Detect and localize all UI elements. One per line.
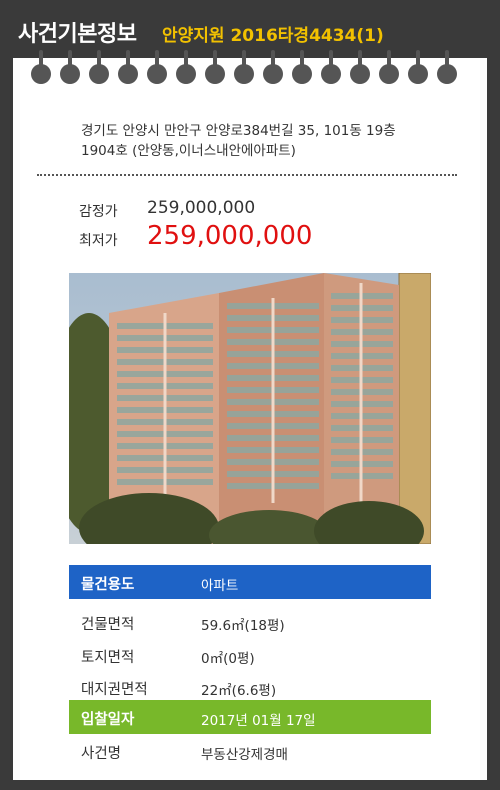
binder-ring-icon — [118, 50, 138, 84]
binder-ring-icon — [234, 50, 254, 84]
details-row-value: 부동산강제경매 — [201, 747, 288, 763]
property-address: 경기도 안양시 만안구 안양로384번길 35, 101동 19층1904호 (… — [81, 123, 396, 159]
details-row-value: 2017년 01월 17일 — [201, 713, 316, 729]
binder-ring-icon — [408, 50, 428, 84]
min-bid-label: 최저가 — [79, 233, 118, 249]
details-row-value: 0㎡(0평) — [201, 651, 255, 667]
details-row-land-rights-area: 대지권면적 22㎡(6.6평) — [69, 670, 431, 704]
details-row-bid-date: 입찰일자 2017년 01월 17일 — [69, 700, 431, 734]
details-row-label: 건물면적 — [81, 617, 135, 633]
details-row-building-area: 건물면적 59.6㎡(18평) — [69, 605, 431, 639]
details-row-land-area: 토지면적 0㎡(0평) — [69, 638, 431, 672]
case-number: 안양지원 2016타경4434(1) — [162, 26, 384, 46]
details-row-label: 토지면적 — [81, 650, 135, 666]
appraisal-label: 감정가 — [79, 204, 118, 220]
binder-ring-icon — [437, 50, 457, 84]
details-row-usage: 물건용도 아파트 — [69, 565, 431, 599]
details-row-label: 물건용도 — [81, 577, 135, 593]
details-row-label: 대지권면적 — [81, 682, 148, 698]
property-photo — [69, 273, 431, 544]
binder-ring-icon — [60, 50, 80, 84]
apartment-building-image — [69, 273, 431, 544]
binder-ring-icon — [321, 50, 341, 84]
info-card: 경기도 안양시 만안구 안양로384번길 35, 101동 19층1904호 (… — [13, 50, 487, 780]
appraisal-value: 259,000,000 — [147, 198, 256, 218]
binder-ring-icon — [350, 50, 370, 84]
binder-ring-icon — [379, 50, 399, 84]
binder-ring-icon — [205, 50, 225, 84]
page-title: 사건기본정보 — [18, 22, 137, 47]
details-row-value: 22㎡(6.6평) — [201, 683, 277, 699]
details-row-label: 사건명 — [81, 746, 122, 762]
binder-ring-icon — [31, 50, 51, 84]
details-row-value: 아파트 — [201, 578, 239, 594]
binder-ring-icon — [147, 50, 167, 84]
details-row-value: 59.6㎡(18평) — [201, 618, 285, 634]
dotted-divider — [37, 174, 457, 176]
binder-ring-icon — [263, 50, 283, 84]
binder-ring-icon — [176, 50, 196, 84]
binder-rings — [13, 50, 487, 94]
binder-ring-icon — [292, 50, 312, 84]
binder-ring-icon — [89, 50, 109, 84]
header-bar: 사건기본정보 안양지원 2016타경4434(1) — [0, 0, 500, 62]
details-row-case-name: 사건명 부동산강제경매 — [69, 734, 431, 768]
details-row-label: 입찰일자 — [81, 712, 135, 728]
min-bid-value: 259,000,000 — [147, 221, 313, 251]
